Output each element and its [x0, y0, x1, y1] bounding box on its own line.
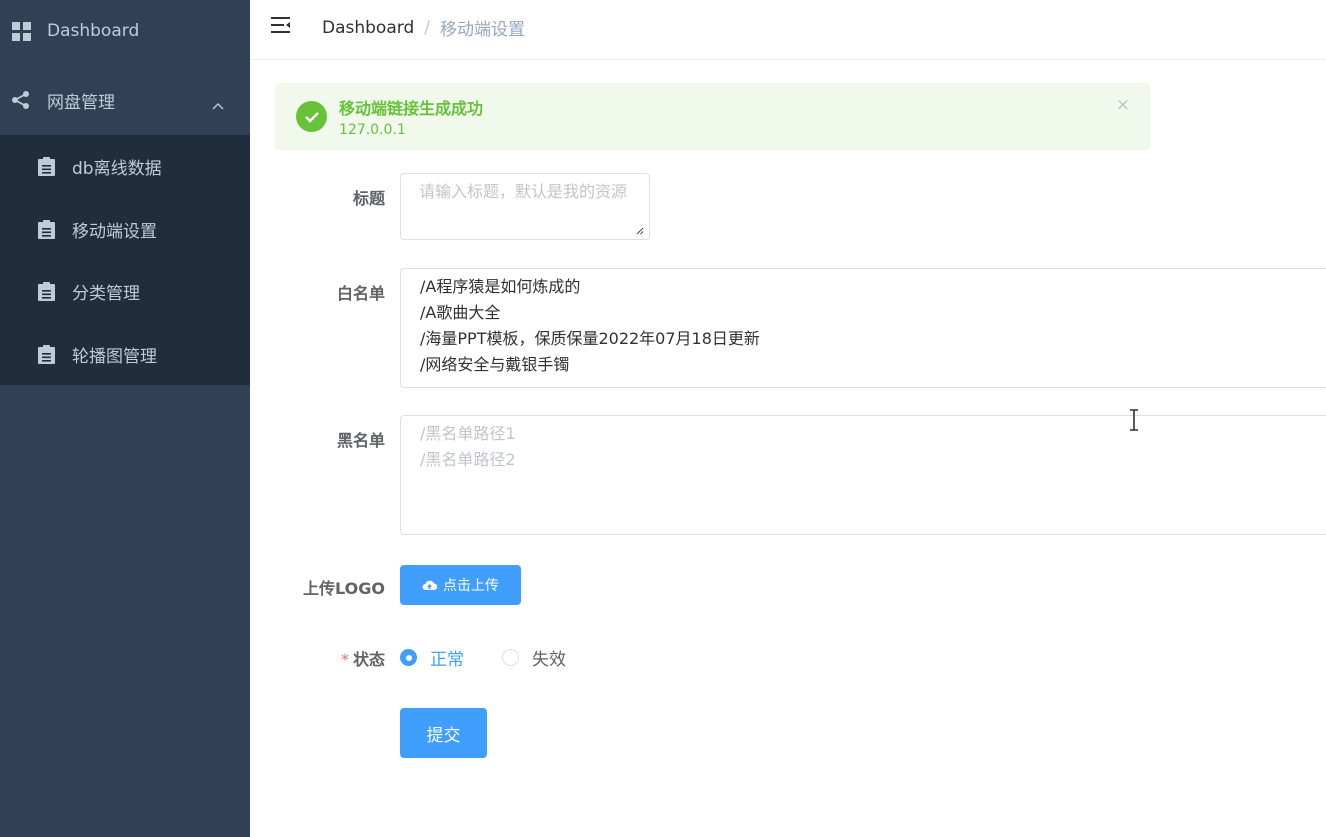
radio-normal[interactable]: 正常: [400, 645, 464, 670]
sidebar-item-label: 分类管理: [72, 283, 140, 304]
sidebar-item-mobile-settings[interactable]: 移动端设置: [0, 198, 250, 260]
sidebar: Dashboard 网盘管理 db离线数据 移动端设置 分类管理 轮播图管理: [0, 0, 250, 837]
cloud-upload-icon: [422, 579, 437, 591]
logo-label: 上传LOGO: [303, 579, 385, 598]
submit-button[interactable]: 提交: [400, 708, 487, 758]
hamburger-icon[interactable]: [270, 15, 292, 35]
top-navbar: Dashboard / 移动端设置: [250, 0, 1326, 60]
success-alert: 移动端链接生成成功 127.0.0.1 ×: [275, 83, 1150, 150]
submenu: db离线数据 移动端设置 分类管理 轮播图管理: [0, 135, 250, 385]
text-cursor-icon: [1130, 409, 1138, 431]
sidebar-item-category[interactable]: 分类管理: [0, 260, 250, 322]
chevron-up-icon: [212, 95, 224, 115]
clipboard-icon: [36, 156, 56, 176]
sidebar-item-disk-management[interactable]: 网盘管理: [0, 69, 250, 131]
clipboard-icon: [36, 219, 56, 239]
upload-button[interactable]: 点击上传: [400, 565, 521, 605]
breadcrumb: Dashboard / 移动端设置: [322, 15, 525, 41]
grid-icon: [11, 21, 31, 41]
status-label-text: 状态: [352, 650, 385, 669]
sidebar-item-db-offline[interactable]: db离线数据: [0, 135, 250, 197]
required-mark: *: [340, 650, 349, 669]
breadcrumb-home[interactable]: Dashboard: [322, 18, 414, 38]
radio-checked-icon: [400, 649, 417, 666]
sidebar-item-label: db离线数据: [72, 158, 162, 179]
check-circle-icon: [296, 101, 327, 132]
title-input[interactable]: 请输入标题，默认是我的资源: [400, 173, 650, 240]
title-label: 标题: [352, 189, 385, 208]
sidebar-item-dashboard[interactable]: Dashboard: [0, 0, 250, 62]
sidebar-item-label: Dashboard: [47, 21, 140, 41]
whitelist-textarea[interactable]: /A程序猿是如何炼成的 /A歌曲大全 /海量PPT模板，保质保量2022年07月…: [400, 268, 1326, 388]
blacklist-textarea[interactable]: /黑名单路径1 /黑名单路径2: [400, 415, 1326, 535]
radio-label: 正常: [430, 650, 464, 670]
share-icon: [11, 90, 31, 110]
blacklist-label: 黑名单: [336, 431, 385, 450]
breadcrumb-current: 移动端设置: [439, 20, 525, 40]
whitelist-label: 白名单: [336, 284, 385, 303]
sidebar-item-carousel[interactable]: 轮播图管理: [0, 323, 250, 385]
sidebar-item-label: 网盘管理: [47, 92, 115, 113]
radio-unchecked-icon: [502, 649, 519, 666]
radio-label: 失效: [532, 650, 566, 670]
clipboard-icon: [36, 281, 56, 301]
breadcrumb-separator: /: [424, 17, 430, 38]
clipboard-icon: [36, 344, 56, 364]
sidebar-item-label: 移动端设置: [72, 221, 157, 242]
upload-button-label: 点击上传: [443, 578, 499, 594]
sidebar-item-label: 轮播图管理: [72, 346, 157, 367]
alert-description: 127.0.0.1: [339, 122, 406, 138]
resize-handle-icon[interactable]: [636, 227, 644, 235]
radio-invalid[interactable]: 失效: [502, 645, 566, 670]
alert-title: 移动端链接生成成功: [339, 99, 484, 118]
close-icon[interactable]: ×: [1116, 95, 1130, 115]
status-label: * 状态: [250, 646, 385, 670]
